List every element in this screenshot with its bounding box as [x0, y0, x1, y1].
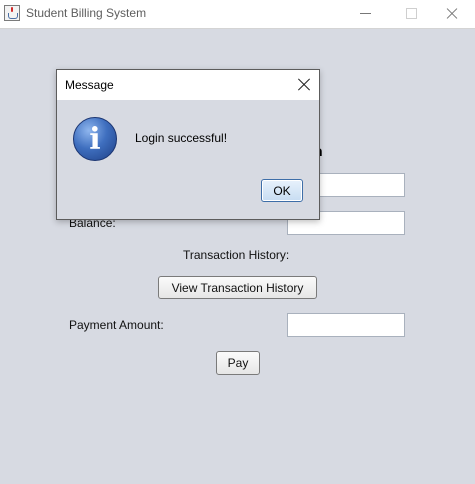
- close-icon[interactable]: [431, 0, 475, 28]
- window-titlebar[interactable]: Student Billing System: [0, 0, 475, 29]
- dialog-title: Message: [65, 78, 114, 92]
- minimize-icon[interactable]: [344, 0, 388, 28]
- payment-amount-label: Payment Amount:: [69, 318, 164, 332]
- pay-button[interactable]: Pay: [216, 351, 260, 375]
- dialog-titlebar[interactable]: Message: [57, 70, 319, 100]
- payment-amount-field[interactable]: [287, 313, 405, 337]
- info-icon: i: [73, 117, 117, 161]
- dialog-close-icon[interactable]: [295, 75, 313, 93]
- java-app-icon: [4, 5, 20, 21]
- view-transaction-history-button[interactable]: View Transaction History: [158, 276, 317, 299]
- transaction-history-label: Transaction History:: [183, 248, 290, 262]
- dialog-message: Login successful!: [135, 131, 228, 145]
- ok-button[interactable]: OK: [261, 179, 303, 202]
- window-title: Student Billing System: [26, 6, 147, 20]
- maximize-icon[interactable]: [389, 0, 433, 28]
- message-dialog: Message i Login successful! OK: [56, 69, 320, 220]
